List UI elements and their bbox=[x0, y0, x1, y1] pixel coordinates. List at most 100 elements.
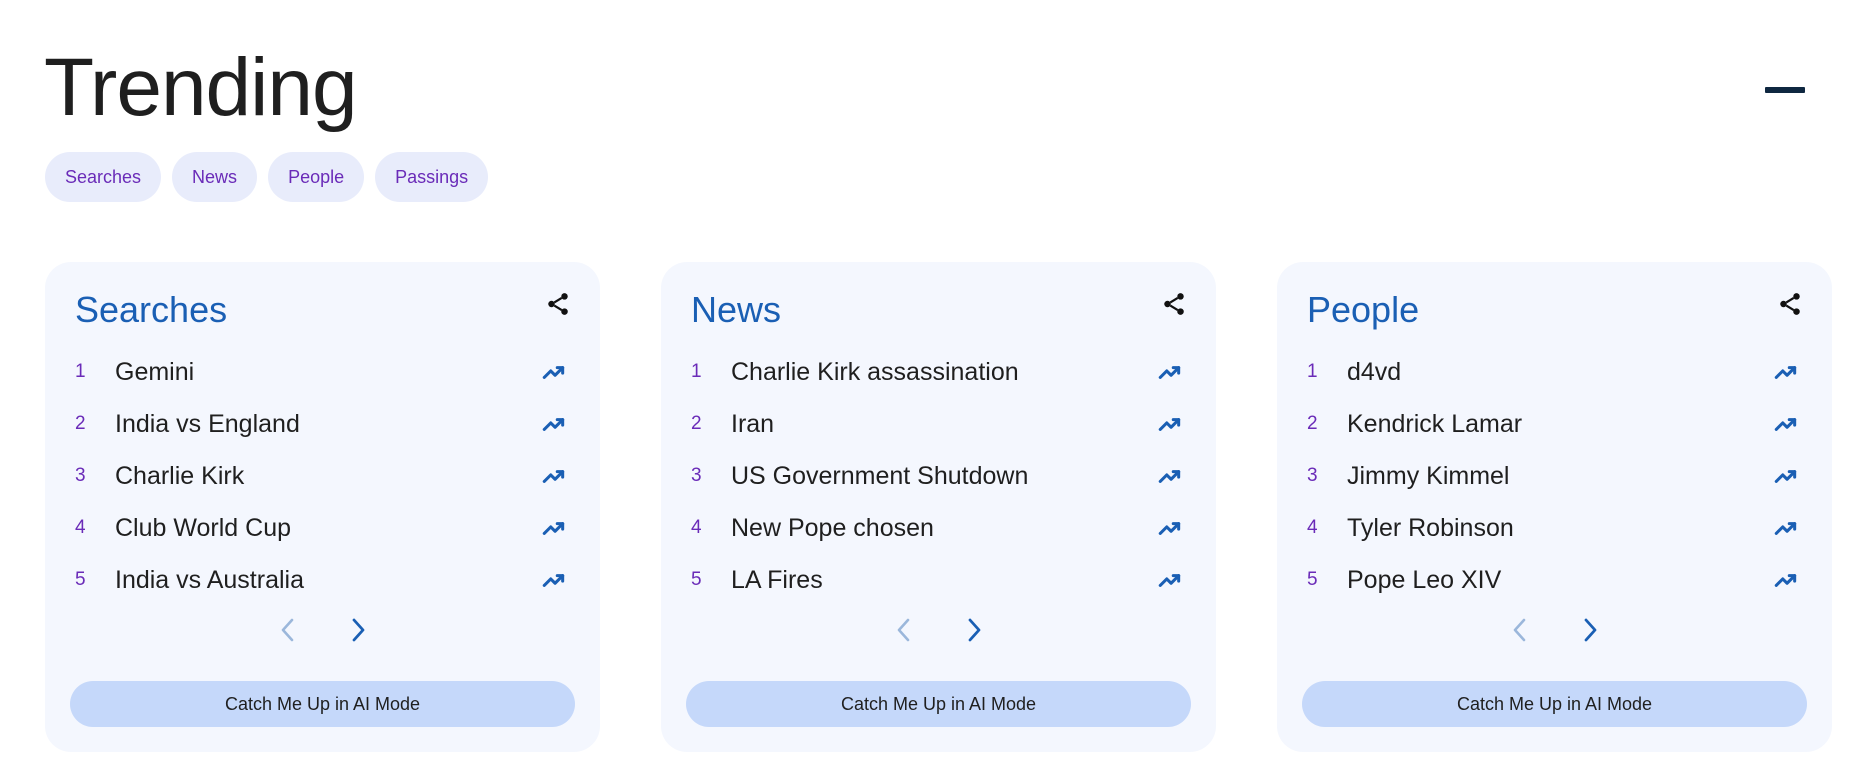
next-page-button[interactable] bbox=[1576, 613, 1604, 647]
card-title[interactable]: Searches bbox=[75, 286, 227, 334]
share-button[interactable] bbox=[1158, 288, 1190, 320]
rank-number: 1 bbox=[691, 361, 702, 382]
trend-term[interactable]: India vs Australia bbox=[115, 566, 540, 595]
card-title[interactable]: News bbox=[691, 286, 781, 334]
trending-up-icon bbox=[540, 462, 568, 490]
trend-term[interactable]: Jimmy Kimmel bbox=[1347, 462, 1772, 491]
rank-number: 2 bbox=[75, 413, 86, 434]
trend-term[interactable]: Pope Leo XIV bbox=[1347, 566, 1772, 595]
pager bbox=[45, 613, 600, 647]
trending-up-icon bbox=[540, 358, 568, 386]
chip-people[interactable]: People bbox=[268, 152, 365, 202]
share-button[interactable] bbox=[1774, 288, 1806, 320]
list-item[interactable]: 2 Kendrick Lamar bbox=[1307, 398, 1802, 450]
pager bbox=[1277, 613, 1832, 647]
prev-page-button[interactable] bbox=[1506, 613, 1534, 647]
trending-up-icon bbox=[1772, 462, 1800, 490]
trend-term[interactable]: Gemini bbox=[115, 358, 540, 387]
chevron-left-icon bbox=[897, 618, 909, 642]
pager bbox=[661, 613, 1216, 647]
catch-me-up-ai-button[interactable]: Catch Me Up in AI Mode bbox=[70, 681, 575, 727]
prev-page-button[interactable] bbox=[274, 613, 302, 647]
list-item[interactable]: 5 India vs Australia bbox=[75, 554, 570, 606]
trending-up-icon bbox=[1772, 358, 1800, 386]
rank-number: 5 bbox=[691, 569, 702, 590]
trend-list: 1 Gemini 2 India vs England 3 Charlie Ki… bbox=[75, 346, 570, 606]
list-item[interactable]: 2 Iran bbox=[691, 398, 1186, 450]
trend-term[interactable]: Club World Cup bbox=[115, 514, 540, 543]
trending-up-icon bbox=[540, 410, 568, 438]
share-icon bbox=[548, 293, 568, 315]
next-page-button[interactable] bbox=[960, 613, 988, 647]
minus-icon bbox=[1765, 87, 1805, 93]
card-title[interactable]: People bbox=[1307, 286, 1419, 334]
trend-term[interactable]: Kendrick Lamar bbox=[1347, 410, 1772, 439]
trend-term[interactable]: LA Fires bbox=[731, 566, 1156, 595]
list-item[interactable]: 3 US Government Shutdown bbox=[691, 450, 1186, 502]
trend-term[interactable]: Iran bbox=[731, 410, 1156, 439]
catch-me-up-ai-button[interactable]: Catch Me Up in AI Mode bbox=[686, 681, 1191, 727]
card-people: People 1 d4vd 2 Kendrick Lamar 3 Jimmy K… bbox=[1277, 262, 1832, 752]
chevron-right-icon bbox=[968, 618, 980, 642]
share-button[interactable] bbox=[542, 288, 574, 320]
trend-term[interactable]: US Government Shutdown bbox=[731, 462, 1156, 491]
chevron-left-icon bbox=[281, 618, 293, 642]
trend-term[interactable]: Charlie Kirk bbox=[115, 462, 540, 491]
trending-page: Trending Searches News People Passings S… bbox=[0, 0, 1862, 765]
rank-number: 4 bbox=[75, 517, 86, 538]
share-icon bbox=[1780, 293, 1800, 315]
rank-number: 2 bbox=[1307, 413, 1318, 434]
trend-term[interactable]: d4vd bbox=[1347, 358, 1772, 387]
trending-up-icon bbox=[540, 514, 568, 542]
trending-up-icon bbox=[540, 566, 568, 594]
rank-number: 3 bbox=[691, 465, 702, 486]
rank-number: 1 bbox=[1307, 361, 1318, 382]
chip-searches[interactable]: Searches bbox=[45, 152, 162, 202]
list-item[interactable]: 1 Charlie Kirk assassination bbox=[691, 346, 1186, 398]
rank-number: 4 bbox=[691, 517, 702, 538]
list-item[interactable]: 5 Pope Leo XIV bbox=[1307, 554, 1802, 606]
chevron-right-icon bbox=[352, 618, 364, 642]
rank-number: 3 bbox=[1307, 465, 1318, 486]
trend-term[interactable]: Tyler Robinson bbox=[1347, 514, 1772, 543]
trend-term[interactable]: Charlie Kirk assassination bbox=[731, 358, 1156, 387]
rank-number: 3 bbox=[75, 465, 86, 486]
list-item[interactable]: 3 Charlie Kirk bbox=[75, 450, 570, 502]
trending-up-icon bbox=[1772, 514, 1800, 542]
trending-up-icon bbox=[1156, 566, 1184, 594]
list-item[interactable]: 5 LA Fires bbox=[691, 554, 1186, 606]
card-searches: Searches 1 Gemini 2 India vs England 3 C… bbox=[45, 262, 600, 752]
chevron-right-icon bbox=[1584, 618, 1596, 642]
list-item[interactable]: 3 Jimmy Kimmel bbox=[1307, 450, 1802, 502]
trending-up-icon bbox=[1156, 514, 1184, 542]
list-item[interactable]: 4 New Pope chosen bbox=[691, 502, 1186, 554]
page-title: Trending bbox=[44, 42, 358, 133]
catch-me-up-ai-button[interactable]: Catch Me Up in AI Mode bbox=[1302, 681, 1807, 727]
trend-term[interactable]: India vs England bbox=[115, 410, 540, 439]
rank-number: 1 bbox=[75, 361, 86, 382]
trend-term[interactable]: New Pope chosen bbox=[731, 514, 1156, 543]
prev-page-button[interactable] bbox=[890, 613, 918, 647]
trend-list: 1 Charlie Kirk assassination 2 Iran 3 US… bbox=[691, 346, 1186, 606]
rank-number: 2 bbox=[691, 413, 702, 434]
trending-up-icon bbox=[1156, 410, 1184, 438]
chip-news[interactable]: News bbox=[172, 152, 258, 202]
rank-number: 4 bbox=[1307, 517, 1318, 538]
next-page-button[interactable] bbox=[344, 613, 372, 647]
list-item[interactable]: 2 India vs England bbox=[75, 398, 570, 450]
share-icon bbox=[1164, 293, 1184, 315]
list-item[interactable]: 1 d4vd bbox=[1307, 346, 1802, 398]
list-item[interactable]: 1 Gemini bbox=[75, 346, 570, 398]
collapse-button[interactable] bbox=[1760, 70, 1810, 110]
trend-cards: Searches 1 Gemini 2 India vs England 3 C… bbox=[45, 262, 1832, 752]
chevron-left-icon bbox=[1513, 618, 1525, 642]
trending-up-icon bbox=[1772, 410, 1800, 438]
rank-number: 5 bbox=[75, 569, 86, 590]
list-item[interactable]: 4 Tyler Robinson bbox=[1307, 502, 1802, 554]
card-news: News 1 Charlie Kirk assassination 2 Iran… bbox=[661, 262, 1216, 752]
trending-up-icon bbox=[1772, 566, 1800, 594]
trending-up-icon bbox=[1156, 462, 1184, 490]
list-item[interactable]: 4 Club World Cup bbox=[75, 502, 570, 554]
chip-passings[interactable]: Passings bbox=[375, 152, 489, 202]
category-chips: Searches News People Passings bbox=[45, 152, 489, 202]
